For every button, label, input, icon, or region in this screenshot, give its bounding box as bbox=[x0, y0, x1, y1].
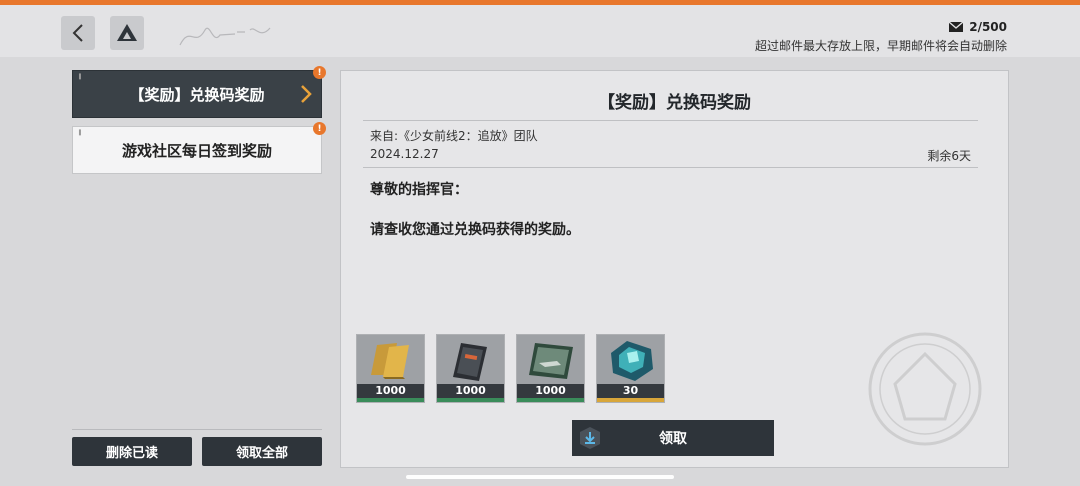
mail-item-label: 游戏社区每日签到奖励 bbox=[121, 141, 272, 160]
header: 2/500 超过邮件最大存放上限，早期邮件将会自动删除 bbox=[0, 5, 1080, 57]
rarity-stripe bbox=[517, 398, 584, 402]
ticket-icon bbox=[437, 335, 504, 384]
mail-item-tag: ▌ bbox=[79, 130, 83, 136]
mail-body: 请查收您通过兑换码获得的奖励。 bbox=[370, 222, 580, 238]
reward-quantity: 1000 bbox=[357, 384, 424, 398]
mail-remaining-time: 剩余6天 bbox=[927, 149, 971, 163]
crystal-icon bbox=[597, 335, 664, 384]
reward-item[interactable]: 1000 bbox=[356, 334, 425, 403]
stamp-watermark bbox=[868, 332, 982, 446]
mail-item-tag: ▌ bbox=[79, 74, 83, 80]
weapon-card-icon bbox=[517, 335, 584, 384]
mail-date: 2024.12.27 bbox=[370, 147, 439, 161]
mail-item-label: 【奖励】兑换码奖励 bbox=[129, 85, 265, 104]
delete-read-button[interactable]: 删除已读 bbox=[72, 437, 192, 466]
mail-item-community-signin[interactable]: ▌ 游戏社区每日签到奖励 ! bbox=[72, 122, 326, 174]
claim-button[interactable]: 领取 bbox=[572, 420, 774, 456]
unread-badge-icon: ! bbox=[313, 66, 326, 79]
signature-watermark bbox=[179, 27, 271, 46]
divider bbox=[363, 167, 978, 168]
back-button[interactable] bbox=[61, 16, 95, 50]
chevron-right-icon bbox=[301, 85, 312, 103]
rarity-stripe bbox=[597, 398, 664, 402]
gold-bars-icon bbox=[357, 335, 424, 384]
reward-quantity: 30 bbox=[597, 384, 664, 398]
claim-all-button[interactable]: 领取全部 bbox=[202, 437, 322, 466]
reward-item[interactable]: 1000 bbox=[436, 334, 505, 403]
rarity-stripe bbox=[437, 398, 504, 402]
download-icon bbox=[580, 427, 600, 449]
rarity-stripe bbox=[357, 398, 424, 402]
mail-count: 2/500 bbox=[949, 20, 1007, 34]
mail-content-panel: 【奖励】兑换码奖励 来自:《少女前线2：追放》团队 2024.12.27 剩余6… bbox=[340, 70, 1009, 468]
left-divider bbox=[72, 429, 322, 430]
mail-greeting: 尊敬的指挥官： bbox=[370, 182, 468, 198]
home-triangle-icon bbox=[117, 24, 137, 41]
mail-limit-note: 超过邮件最大存放上限，早期邮件将会自动删除 bbox=[754, 39, 1007, 53]
home-button[interactable] bbox=[110, 16, 144, 50]
reward-item[interactable]: 1000 bbox=[516, 334, 585, 403]
claim-button-label: 领取 bbox=[659, 431, 687, 447]
mail-title: 【奖励】兑换码奖励 bbox=[598, 93, 751, 113]
mail-item-redeem-reward[interactable]: ▌ 【奖励】兑换码奖励 ! bbox=[72, 66, 326, 118]
unread-badge-icon: ! bbox=[313, 122, 326, 135]
reward-list: 1000 1000 1000 30 bbox=[356, 334, 665, 403]
mail-list: ▌ 【奖励】兑换码奖励 ! ▌ 游戏社区每日签到奖励 ! bbox=[72, 66, 326, 182]
reward-item[interactable]: 30 bbox=[596, 334, 665, 403]
reward-quantity: 1000 bbox=[517, 384, 584, 398]
mail-count-text: 2/500 bbox=[969, 20, 1007, 34]
divider bbox=[363, 120, 978, 121]
home-indicator[interactable] bbox=[406, 475, 674, 479]
mail-sender: 来自:《少女前线2：追放》团队 bbox=[370, 129, 538, 143]
chevron-left-icon bbox=[72, 24, 83, 42]
reward-quantity: 1000 bbox=[437, 384, 504, 398]
envelope-icon bbox=[949, 22, 964, 32]
